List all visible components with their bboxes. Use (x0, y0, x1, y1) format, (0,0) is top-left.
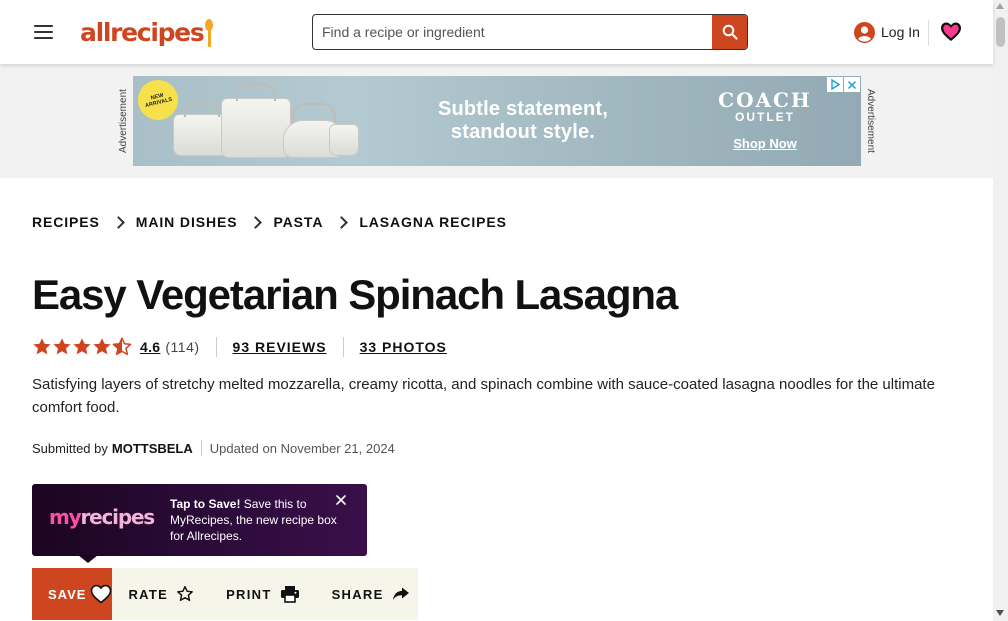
ad-brand-sub: OUTLET (735, 110, 795, 124)
share-icon (392, 587, 409, 600)
site-logo[interactable]: allrecipes (80, 15, 214, 49)
chevron-right-icon (242, 213, 268, 231)
breadcrumb-pasta[interactable]: PASTA (273, 214, 323, 230)
myrecipes-logo-my: my (49, 505, 82, 529)
save-label: SAVE (48, 586, 87, 602)
recipe-action-bar: SAVE RATE PRINT SHARE (32, 568, 418, 620)
rating-row: 4.6 (114) 93 REVIEWS 33 PHOTOS (32, 337, 447, 357)
myrecipes-logo-rest: recipes (80, 505, 155, 529)
tooltip-message: Tap to Save! Save this to MyRecipes, the… (170, 496, 340, 544)
share-label: SHARE (331, 586, 384, 602)
heart-icon (91, 584, 112, 604)
site-header: allrecipes Log In (0, 0, 993, 64)
print-button[interactable]: PRINT (210, 568, 316, 620)
ad-shop-now-link[interactable]: Shop Now (701, 136, 829, 151)
breadcrumb: RECIPES MAIN DISHES PASTA LASAGNA RECIPE… (32, 213, 507, 231)
ad-bag-image (329, 124, 359, 156)
scroll-down-arrow-icon[interactable] (996, 610, 1004, 616)
scroll-up-arrow-icon[interactable] (996, 3, 1004, 9)
share-button[interactable]: SHARE (316, 568, 426, 620)
divider (200, 440, 202, 456)
adchoices-icon[interactable] (827, 77, 843, 92)
rate-label: RATE (128, 586, 169, 602)
printer-icon (280, 586, 299, 603)
divider (342, 337, 344, 357)
page-scrollbar[interactable] (993, 0, 1008, 621)
close-icon[interactable] (333, 492, 349, 508)
login-button[interactable]: Log In (854, 21, 920, 43)
rating-value[interactable]: 4.6 (140, 339, 160, 355)
myrecipes-logo: myrecipes (49, 505, 155, 529)
star-icon (73, 338, 91, 355)
star-icon (53, 338, 71, 355)
chevron-right-icon (105, 213, 131, 231)
breadcrumb-recipes[interactable]: RECIPES (32, 214, 100, 230)
print-label: PRINT (226, 586, 272, 602)
breadcrumb-main-dishes[interactable]: MAIN DISHES (136, 214, 238, 230)
ad-close-icon[interactable] (844, 77, 860, 92)
chevron-right-icon (328, 213, 354, 231)
half-star-icon (112, 337, 132, 356)
rating-count: (114) (165, 339, 200, 355)
ad-headline-line2: standout style. (450, 121, 596, 143)
search-input[interactable] (313, 15, 713, 49)
ad-headline-line1: Subtle statement, (437, 98, 609, 120)
myrecipes-tooltip: myrecipes Tap to Save! Save this to MyRe… (32, 484, 367, 563)
photos-link[interactable]: 33 PHOTOS (360, 339, 447, 355)
ad-bag-image (221, 83, 291, 158)
divider (215, 337, 217, 357)
star-rating[interactable] (32, 337, 132, 357)
user-icon (854, 21, 875, 43)
ad-headline: Subtle statement, standout style. (403, 98, 643, 144)
tooltip-bold: Tap to Save! (170, 497, 241, 511)
recipe-description: Satisfying layers of stretchy melted moz… (32, 376, 935, 416)
star-icon (33, 338, 51, 355)
ad-brand: COACH (718, 88, 812, 112)
save-button[interactable]: SAVE (32, 568, 113, 620)
star-icon (93, 338, 111, 355)
search-bar (312, 14, 748, 50)
reviews-link[interactable]: 93 REVIEWS (233, 339, 327, 355)
search-button[interactable] (712, 15, 747, 49)
hamburger-menu-icon[interactable] (34, 25, 53, 39)
recipe-title: Easy Vegetarian Spinach Lasagna (32, 271, 678, 318)
rate-button[interactable]: RATE (112, 568, 210, 620)
login-label: Log In (881, 24, 920, 40)
advertisement-band: Advertisement NEW ARRIVALS Subtle statem… (0, 64, 993, 178)
byline: Submitted by MOTTSBELA Updated on Novemb… (32, 439, 395, 457)
search-icon (722, 24, 738, 40)
breadcrumb-lasagna-recipes[interactable]: LASAGNA RECIPES (359, 214, 507, 230)
star-outline-icon (177, 585, 193, 602)
scrollbar-thumb[interactable] (996, 17, 1005, 47)
favorites-heart-icon[interactable] (940, 21, 962, 43)
submitted-by-label: Submitted by (32, 440, 108, 456)
updated-date: Updated on November 21, 2024 (209, 440, 395, 456)
spoon-icon (204, 19, 214, 49)
ad-label-left: Advertisement (118, 89, 129, 153)
header-divider (928, 20, 929, 46)
advertisement-banner[interactable]: NEW ARRIVALS Subtle statement, standout … (133, 76, 861, 166)
tooltip-caret (78, 555, 98, 563)
ad-label-right: Advertisement (865, 89, 876, 153)
author-link[interactable]: MOTTSBELA (112, 441, 193, 456)
logo-text: allrecipes (80, 18, 205, 47)
